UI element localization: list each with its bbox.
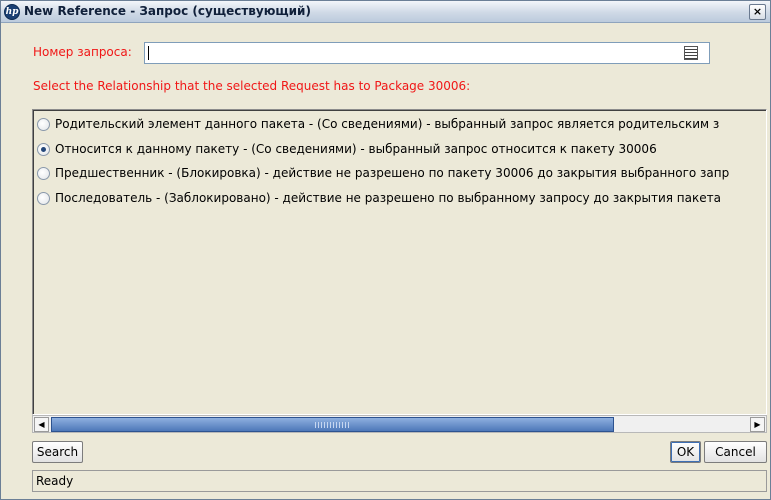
hp-logo-icon: hp: [4, 4, 20, 20]
scroll-right-arrow-icon[interactable]: ▶: [750, 417, 765, 432]
option-label: Последователь - (Заблокировано) - действ…: [55, 191, 721, 205]
option-label: Относится к данному пакету - (Со сведени…: [55, 142, 657, 156]
status-text: Ready: [36, 474, 74, 488]
option-label: Родительский элемент данного пакета - (С…: [55, 117, 720, 131]
request-number-input[interactable]: [151, 45, 671, 61]
title-bar[interactable]: hp New Reference - Запрос (существующий)…: [1, 1, 770, 23]
horizontal-scrollbar[interactable]: ◀ ▶: [32, 415, 767, 433]
scrollbar-grip: [315, 422, 349, 428]
scroll-left-arrow-icon[interactable]: ◀: [34, 417, 49, 432]
radio-button[interactable]: [37, 167, 50, 180]
window-title: New Reference - Запрос (существующий): [24, 4, 311, 18]
close-button[interactable]: ×: [749, 4, 766, 20]
status-bar: Ready: [32, 470, 767, 492]
scrollbar-thumb[interactable]: [51, 417, 614, 432]
lookup-list-icon[interactable]: [684, 46, 698, 60]
radio-button[interactable]: [37, 118, 50, 131]
dialog-window: hp New Reference - Запрос (существующий)…: [0, 0, 771, 500]
search-button[interactable]: Search: [32, 441, 83, 463]
relationship-options-list: Родительский элемент данного пакета - (С…: [32, 109, 767, 415]
text-caret: [148, 46, 149, 60]
radio-button[interactable]: [37, 192, 50, 205]
ok-button[interactable]: OK: [670, 441, 701, 463]
option-label: Предшественник - (Блокировка) - действие…: [55, 166, 730, 180]
radio-button-selected[interactable]: [37, 143, 50, 156]
request-number-label: Номер запроса:: [33, 45, 132, 59]
cancel-button[interactable]: Cancel: [704, 441, 767, 463]
relationship-prompt: Select the Relationship that the selecte…: [33, 79, 471, 93]
request-number-field[interactable]: [144, 42, 710, 64]
